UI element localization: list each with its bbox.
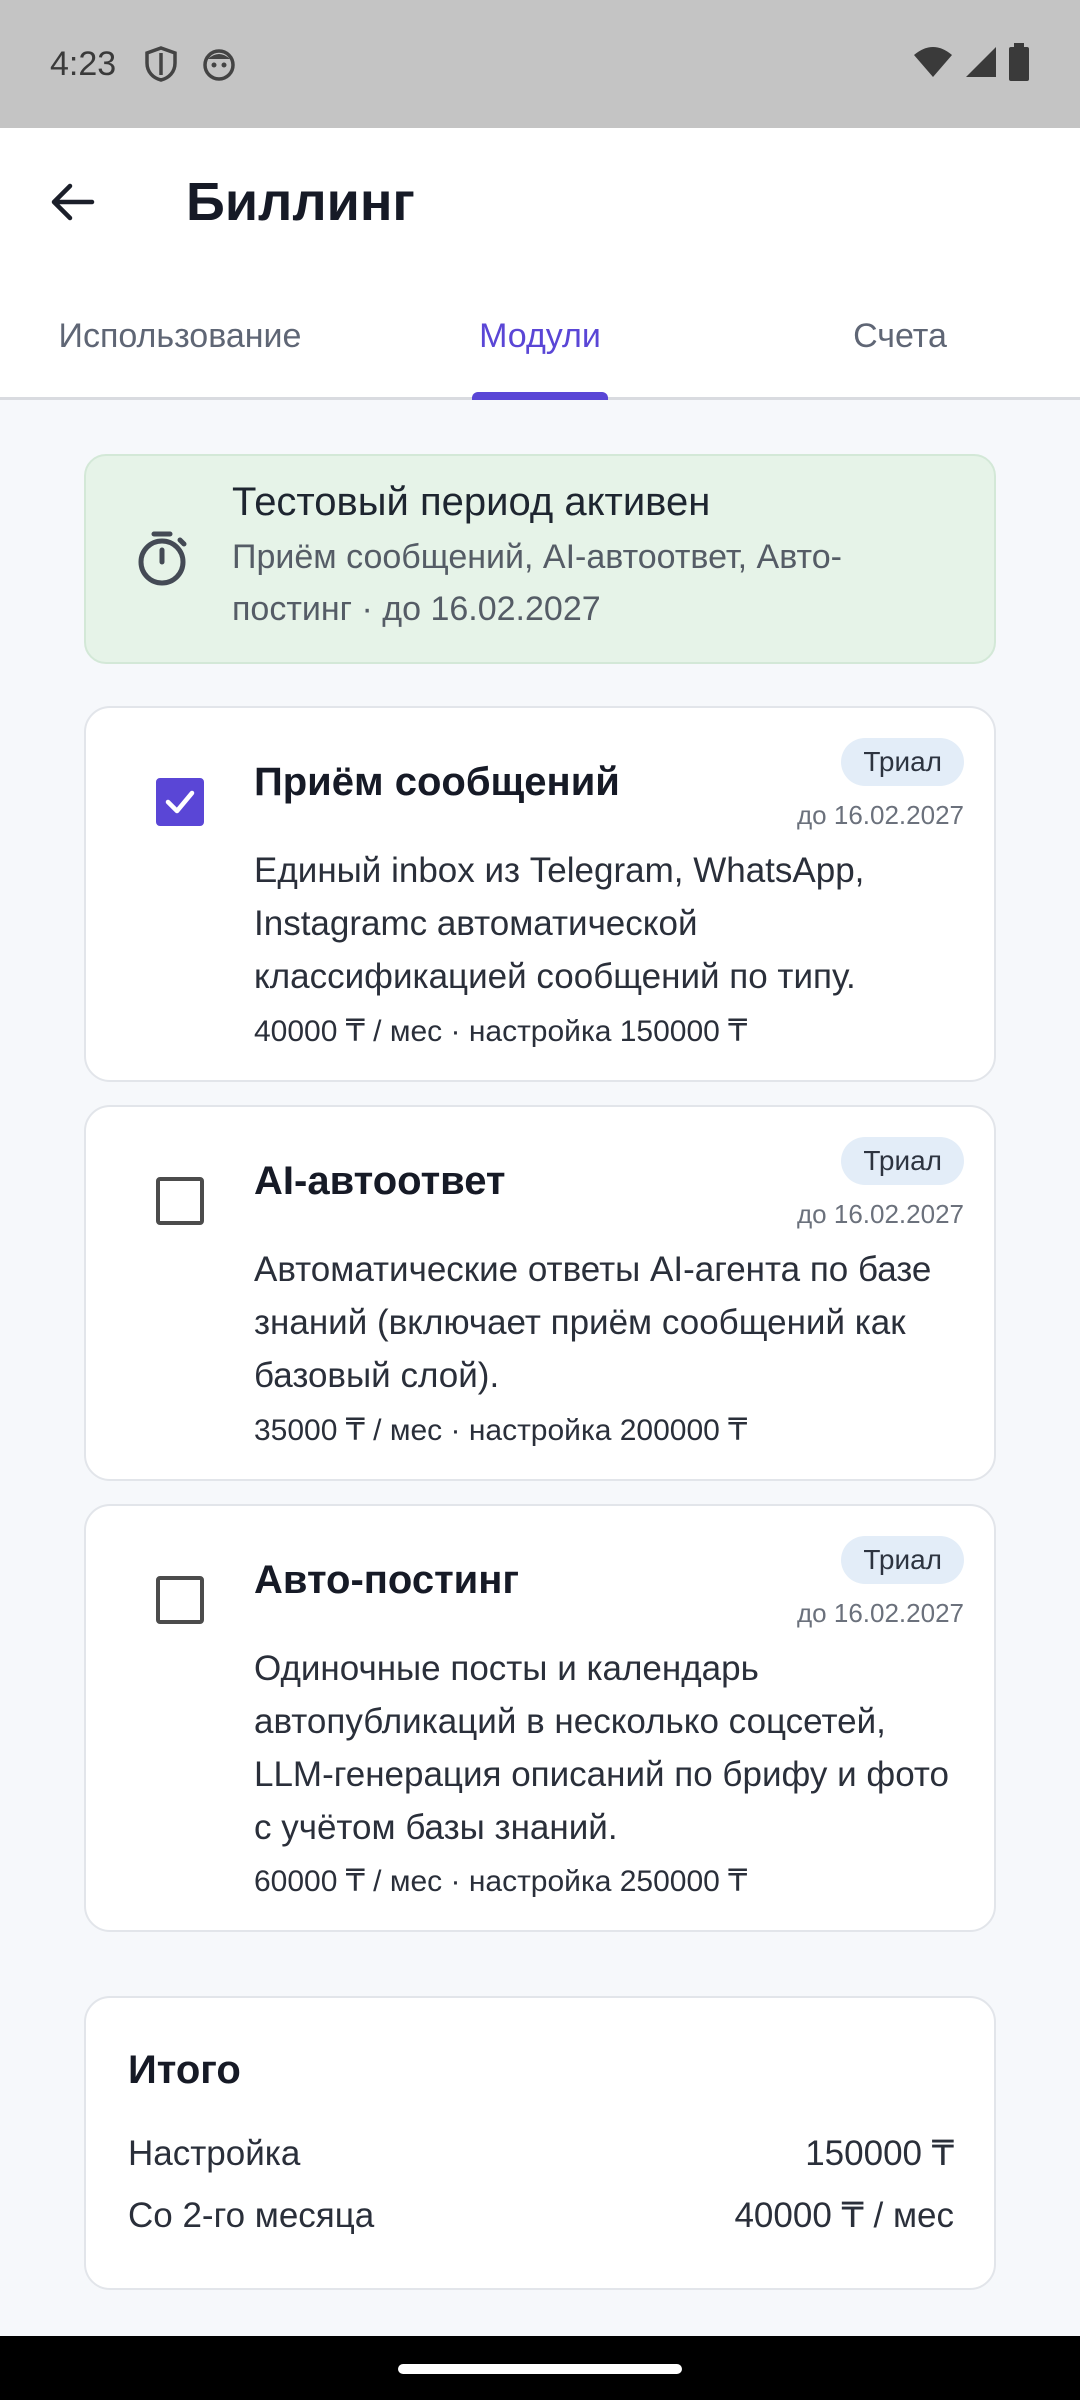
status-bar: 4:23: [0, 0, 1080, 128]
module-checkbox[interactable]: [156, 1576, 204, 1624]
system-nav-bar: [0, 2336, 1080, 2400]
trial-badge: Триал: [841, 738, 964, 786]
tab-bar: Использование Модули Счета: [0, 276, 1080, 400]
summary-row-monthly: Со 2-го месяца 40000 ₸ / мес: [128, 2196, 954, 2236]
trial-badge: Триал: [841, 1536, 964, 1584]
trial-badge: Триал: [841, 1137, 964, 1185]
arrow-left-icon: [51, 183, 95, 221]
tab-label: Использование: [58, 317, 302, 355]
tab-label: Модули: [479, 317, 601, 355]
summary-row-value: 40000 ₸ / мес: [734, 2196, 954, 2235]
face-icon: [200, 45, 238, 83]
module-checkbox[interactable]: [156, 1177, 204, 1225]
module-card-messages[interactable]: Приём сообщений Триал до 16.02.2027 Един…: [84, 706, 996, 1082]
wifi-icon: [912, 45, 954, 84]
check-icon: [165, 790, 195, 814]
summary-row-setup: Настройка 150000 ₸: [128, 2134, 954, 2174]
tab-usage[interactable]: Использование: [0, 276, 360, 397]
module-description: Единый inbox из Telegram, WhatsApp, Inst…: [254, 851, 865, 996]
summary-row-value: 150000 ₸: [805, 2134, 954, 2173]
trial-banner: Тестовый период активен Приём сообщений,…: [84, 454, 996, 664]
home-gesture-handle[interactable]: [398, 2364, 682, 2374]
module-price: 40000 ₸ / мес · настройка 150000 ₸: [254, 1015, 748, 1048]
trial-badge-date: до 16.02.2027: [797, 800, 964, 830]
summary-card: Итого Настройка 150000 ₸ Со 2-го месяца …: [84, 1996, 996, 2290]
app-bar: Биллинг: [0, 128, 1080, 276]
module-description: Автоматические ответы AI-агента по базе …: [254, 1250, 932, 1395]
trial-badge-date: до 16.02.2027: [797, 1598, 964, 1628]
tab-modules[interactable]: Модули: [360, 276, 720, 400]
trial-text: Тестовый период активен Приём сообщений,…: [232, 480, 952, 635]
back-button[interactable]: [24, 154, 120, 250]
battery-icon: [1008, 42, 1030, 86]
summary-row-label: Со 2-го месяца: [128, 2196, 375, 2235]
tab-label: Счета: [853, 317, 947, 355]
status-time: 4:23: [50, 44, 117, 83]
summary-title: Итого: [128, 2048, 241, 2092]
module-title: AI-автоответ: [254, 1159, 506, 1203]
tab-indicator: [472, 392, 608, 400]
status-right-icons: [912, 42, 1030, 86]
module-price: 60000 ₸ / мес · настройка 250000 ₸: [254, 1865, 748, 1898]
shield-icon: [142, 45, 180, 83]
trial-title: Тестовый период активен: [232, 480, 711, 524]
tab-invoices[interactable]: Счета: [720, 276, 1080, 397]
summary-row-label: Настройка: [128, 2134, 301, 2173]
module-checkbox[interactable]: [156, 778, 204, 826]
module-card-ai-reply[interactable]: AI-автоответ Триал до 16.02.2027 Автомат…: [84, 1105, 996, 1481]
module-title: Авто-постинг: [254, 1558, 520, 1602]
module-title: Приём сообщений: [254, 760, 620, 804]
module-description: Одиночные посты и календарь автопубликац…: [254, 1649, 949, 1847]
signal-icon: [964, 45, 998, 84]
module-price: 35000 ₸ / мес · настройка 200000 ₸: [254, 1414, 748, 1447]
timer-icon: [138, 531, 187, 586]
trial-badge-date: до 16.02.2027: [797, 1199, 964, 1229]
module-card-autoposting[interactable]: Авто-постинг Триал до 16.02.2027 Одиночн…: [84, 1504, 996, 1932]
trial-subtitle: Приём сообщений, AI-автоответ, Авто-пост…: [232, 538, 842, 628]
page-title: Биллинг: [186, 172, 415, 232]
